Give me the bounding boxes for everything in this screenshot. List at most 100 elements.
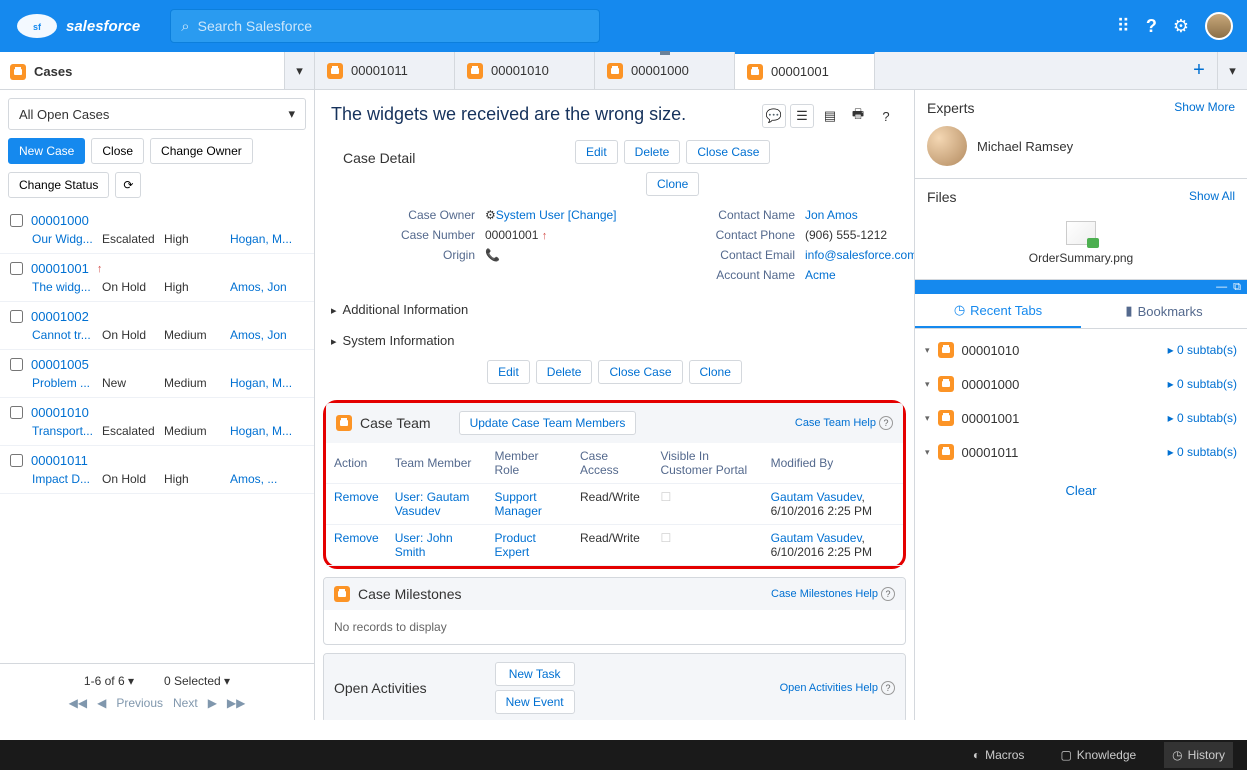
recent-tab-item[interactable]: ▾00001010▸ 0 subtab(s)	[915, 333, 1247, 367]
popout-icon[interactable]: ⧉	[1233, 281, 1241, 294]
row-checkbox[interactable]	[10, 454, 23, 467]
feed-icon[interactable]: 💬	[762, 104, 786, 128]
role-link[interactable]: Support Manager	[495, 490, 542, 518]
prev-page-icon[interactable]: ◀	[97, 696, 106, 710]
next-label[interactable]: Next	[173, 696, 198, 710]
close-case-list-button[interactable]: Close	[91, 138, 144, 164]
case-number-link[interactable]: 00001002	[31, 309, 89, 324]
cases-nav-tab[interactable]: Cases	[0, 52, 284, 89]
file-item[interactable]: OrderSummary.png	[915, 215, 1247, 279]
clear-recent-button[interactable]: Clear	[915, 473, 1247, 508]
case-number-link[interactable]: 00001001	[31, 261, 89, 276]
new-tab-button[interactable]: +	[1181, 52, 1217, 89]
refresh-button[interactable]: ⟳	[115, 172, 141, 198]
role-link[interactable]: Product Expert	[495, 531, 536, 559]
case-number-link[interactable]: 00001000	[31, 213, 89, 228]
change-status-button[interactable]: Change Status	[8, 172, 109, 198]
expand-icon[interactable]: ▾	[925, 379, 930, 390]
selected-count[interactable]: 0 Selected ▾	[164, 674, 230, 688]
macros-utility[interactable]: ◐Macros	[965, 742, 1033, 768]
global-search[interactable]: ⌕	[170, 9, 600, 43]
edit-button[interactable]: Edit	[575, 140, 618, 164]
case-list-item[interactable]: 00001005Problem ...NewMediumHogan, M...	[0, 350, 314, 398]
prev-label[interactable]: Previous	[116, 696, 163, 710]
close-case-button[interactable]: Close Case	[686, 140, 770, 164]
details-icon[interactable]: ☰	[790, 104, 814, 128]
subtabs-link[interactable]: ▸ 0 subtab(s)	[1168, 377, 1237, 391]
print-icon[interactable]: 🖶	[846, 104, 870, 128]
knowledge-utility[interactable]: ▢Knowledge	[1052, 742, 1144, 768]
workspace-tab[interactable]: 00001011	[315, 52, 455, 89]
history-utility[interactable]: ◷History	[1164, 742, 1233, 768]
files-show-all[interactable]: Show All	[1189, 189, 1235, 205]
row-checkbox[interactable]	[10, 406, 23, 419]
case-number-link[interactable]: 00001010	[31, 405, 89, 420]
remove-link[interactable]: Remove	[334, 490, 379, 504]
case-list-item[interactable]: 00001011Impact D...On HoldHighAmos, ...	[0, 446, 314, 494]
delete-button[interactable]: Delete	[624, 140, 681, 164]
workspace-tab[interactable]: 00001010	[455, 52, 595, 89]
expand-icon[interactable]: ▾	[925, 447, 930, 458]
recent-tab-item[interactable]: ▾00001011▸ 0 subtab(s)	[915, 435, 1247, 469]
activities-help-link[interactable]: Open Activities Help?	[780, 681, 895, 695]
row-checkbox[interactable]	[10, 310, 23, 323]
delete-button-2[interactable]: Delete	[536, 360, 593, 384]
list-view-selector[interactable]: All Open Cases ▾	[8, 98, 306, 130]
subtabs-link[interactable]: ▸ 0 subtab(s)	[1168, 343, 1237, 357]
new-case-button[interactable]: New Case	[8, 138, 85, 164]
row-checkbox[interactable]	[10, 262, 23, 275]
recent-tab-item[interactable]: ▾00001001▸ 0 subtab(s)	[915, 401, 1247, 435]
workspace-tab[interactable]: 00001001	[735, 52, 875, 89]
member-link[interactable]: User: John Smith	[395, 531, 453, 559]
new-event-button[interactable]: New Event	[495, 690, 575, 714]
update-team-button[interactable]: Update Case Team Members	[459, 411, 637, 435]
page-help-icon[interactable]: ?	[874, 104, 898, 128]
close-case-button-2[interactable]: Close Case	[598, 360, 682, 384]
tabs-overflow-menu[interactable]: ▾	[1217, 52, 1247, 89]
clone-button-2[interactable]: Clone	[689, 360, 742, 384]
last-page-icon[interactable]: ▶▶	[227, 696, 245, 710]
expert-item[interactable]: Michael Ramsey	[915, 126, 1247, 178]
system-info-section[interactable]: System Information	[315, 325, 914, 356]
clone-button[interactable]: Clone	[646, 172, 699, 196]
change-owner-link[interactable]: [Change]	[568, 208, 617, 222]
workspace-tab[interactable]: 00001000	[595, 52, 735, 89]
layout-icon[interactable]: ▤	[818, 104, 842, 128]
change-owner-button[interactable]: Change Owner	[150, 138, 253, 164]
case-list-item[interactable]: 00001000Our Widg...EscalatedHighHogan, M…	[0, 206, 314, 254]
setup-gear-icon[interactable]: ⚙	[1173, 16, 1189, 37]
search-input[interactable]	[198, 18, 590, 34]
case-list-item[interactable]: 00001002Cannot tr...On HoldMediumAmos, J…	[0, 302, 314, 350]
page-range[interactable]: 1-6 of 6 ▾	[84, 674, 134, 688]
next-page-icon[interactable]: ▶	[208, 696, 217, 710]
recent-tab-item[interactable]: ▾00001000▸ 0 subtab(s)	[915, 367, 1247, 401]
row-checkbox[interactable]	[10, 214, 23, 227]
edit-button-2[interactable]: Edit	[487, 360, 530, 384]
row-checkbox[interactable]	[10, 358, 23, 371]
milestones-help-link[interactable]: Case Milestones Help?	[771, 587, 895, 601]
minimize-icon[interactable]: —	[1216, 281, 1227, 293]
case-number-link[interactable]: 00001005	[31, 357, 89, 372]
new-task-button[interactable]: New Task	[495, 662, 575, 686]
cases-tab-menu[interactable]: ▾	[284, 52, 314, 89]
case-number-link[interactable]: 00001011	[31, 453, 88, 468]
subtabs-link[interactable]: ▸ 0 subtab(s)	[1168, 445, 1237, 459]
additional-info-section[interactable]: Additional Information	[315, 294, 914, 325]
first-page-icon[interactable]: ◀◀	[69, 696, 87, 710]
app-launcher-icon[interactable]: ⠿	[1117, 16, 1130, 37]
salesforce-logo[interactable]: sf salesforce	[14, 10, 140, 42]
subtabs-link[interactable]: ▸ 0 subtab(s)	[1168, 411, 1237, 425]
case-team-help-link[interactable]: Case Team Help?	[795, 416, 893, 430]
help-icon[interactable]: ?	[1146, 16, 1157, 37]
remove-link[interactable]: Remove	[334, 531, 379, 545]
experts-show-more[interactable]: Show More	[1174, 100, 1235, 116]
case-list-item[interactable]: 00001001 ↑The widg...On HoldHighAmos, Jo…	[0, 254, 314, 302]
recent-tabs-tab[interactable]: ◷Recent Tabs	[915, 294, 1081, 328]
user-avatar[interactable]	[1205, 12, 1233, 40]
expand-icon[interactable]: ▾	[925, 413, 930, 424]
panel-drag-handle[interactable]: — ⧉	[915, 280, 1247, 294]
member-link[interactable]: User: Gautam Vasudev	[395, 490, 470, 518]
case-list-item[interactable]: 00001010Transport...EscalatedMediumHogan…	[0, 398, 314, 446]
bookmarks-tab[interactable]: ▮Bookmarks	[1081, 294, 1247, 328]
expand-icon[interactable]: ▾	[925, 345, 930, 356]
